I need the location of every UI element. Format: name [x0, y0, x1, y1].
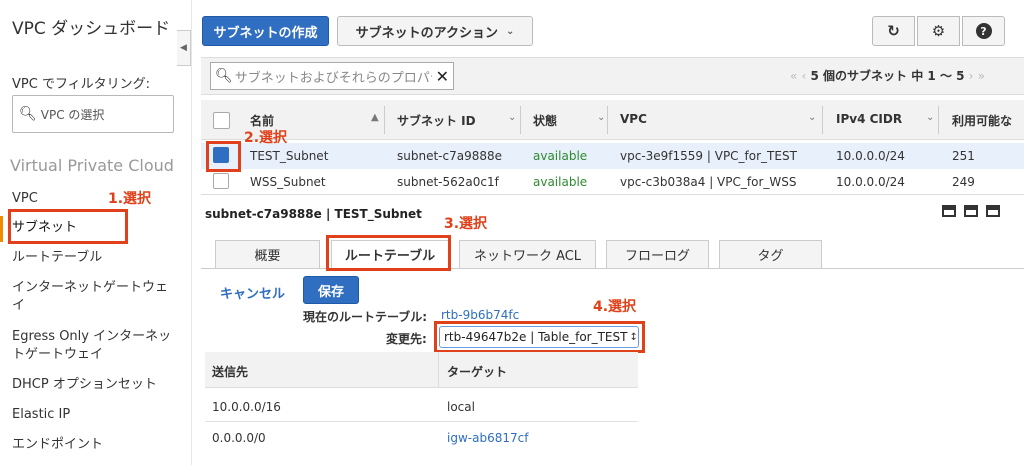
current-route-table-link[interactable]: rtb-9b6b74fc [441, 308, 519, 322]
sidebar-title[interactable]: VPC ダッシュボード [12, 18, 172, 40]
split-bottom-icon[interactable] [942, 205, 956, 217]
annotation-label-4: 4.選択 [593, 299, 637, 315]
vpc-filter-select[interactable]: 🔍︎ VPC の選択 [12, 95, 174, 133]
sort-icon[interactable]: ⌄ [508, 112, 516, 123]
cell-available-ips: 251 [952, 149, 975, 163]
sidebar-item-elastic-ip[interactable]: Elastic IP [12, 406, 177, 424]
panel-layout-icons [942, 205, 1000, 220]
column-divider [607, 106, 608, 134]
chevron-left-icon: ◀ [180, 43, 187, 53]
route-destination: 10.0.0.0/16 [212, 400, 281, 414]
split-top-icon[interactable] [985, 205, 1000, 217]
sidebar-item-vpc[interactable]: VPC [12, 190, 177, 208]
cell-subnet-id: subnet-562a0c1f [397, 175, 499, 189]
sidebar-item-internet-gateways[interactable]: インターネットゲートウェイ [12, 279, 172, 315]
column-divider [384, 106, 385, 134]
sidebar-item-egress-only-gateways[interactable]: Egress Only インターネットゲートウェイ [12, 328, 177, 364]
clear-search-icon[interactable]: ✕ [432, 67, 453, 86]
pagination: « ‹ 5 個のサブネット 中 1 〜 5 › » [790, 67, 985, 84]
routes-header-target: ターゲット [447, 365, 508, 379]
sidebar-item-endpoints[interactable]: エンドポイント [12, 436, 177, 454]
annotation-box-2 [206, 141, 241, 172]
annotation-label-1: 1.選択 [108, 191, 152, 207]
row-divider [205, 421, 638, 422]
cell-ipv4-cidr: 10.0.0.0/24 [836, 175, 905, 189]
sort-icon[interactable]: ⌄ [926, 112, 934, 123]
route-destination: 0.0.0.0/0 [212, 431, 266, 445]
cell-name: WSS_Subnet [250, 175, 326, 189]
sort-icon[interactable]: ⌄ [808, 112, 816, 123]
refresh-button[interactable]: ↻ [872, 16, 915, 46]
annotation-label-3: 3.選択 [444, 216, 488, 232]
sort-asc-icon[interactable]: ▲ [371, 112, 379, 123]
cell-name: TEST_Subnet [250, 149, 329, 163]
sort-icon[interactable]: ⌄ [597, 112, 605, 123]
route-target-link[interactable]: igw-ab6817cf [447, 431, 528, 445]
search-icon: 🔍︎ [19, 106, 37, 122]
sidebar-active-indicator [0, 216, 3, 242]
select-all-checkbox[interactable] [213, 112, 230, 129]
sidebar-item-dhcp-options[interactable]: DHCP オプションセット [12, 376, 177, 394]
cell-vpc: vpc-c3b038a4 | VPC_for_WSS [620, 175, 797, 189]
search-placeholder: サブネットおよびそれらのプロパティでフィルタリング [234, 70, 432, 86]
vpc-filter-label: VPC でフィルタリング: [12, 77, 151, 92]
help-icon: ? [975, 23, 992, 39]
sidebar-collapse-toggle[interactable]: ◀ [177, 30, 191, 66]
annotation-box-4 [434, 321, 645, 353]
current-route-table-label: 現在のルートテーブル: [303, 310, 428, 324]
last-page-icon[interactable]: » [978, 69, 985, 83]
subnet-search-input[interactable]: 🔍︎ サブネットおよびそれらのプロパティでフィルタリング ✕ [210, 62, 454, 90]
row-checkbox[interactable] [213, 173, 229, 189]
chevron-down-icon: ⌄ [505, 25, 515, 37]
column-divider [520, 106, 521, 134]
column-divider [822, 106, 823, 134]
routes-header-destination: 送信先 [212, 365, 249, 379]
tab-overview[interactable]: 概要 [215, 240, 320, 269]
cell-vpc: vpc-3e9f1559 | VPC_for_TEST [620, 149, 797, 163]
routes-table-header [205, 352, 638, 388]
gear-icon: ⚙ [931, 22, 946, 40]
prev-page-icon[interactable]: ‹ [802, 69, 807, 83]
subnet-actions-button[interactable]: サブネットのアクション ⌄ [337, 16, 533, 46]
cell-subnet-id: subnet-c7a9888e [397, 149, 503, 163]
search-icon: 🔍︎ [215, 68, 233, 84]
help-button[interactable]: ? [962, 16, 1005, 46]
create-subnet-button[interactable]: サブネットの作成 [202, 16, 329, 46]
column-divider [938, 106, 939, 134]
next-page-icon[interactable]: › [969, 69, 974, 83]
annotation-box-1 [8, 209, 128, 244]
cell-state: available [533, 149, 588, 163]
column-divider [438, 352, 439, 388]
change-to-label: 変更先: [386, 332, 427, 346]
vpc-filter-placeholder: VPC の選択 [40, 107, 105, 122]
cell-available-ips: 249 [952, 175, 975, 189]
column-header-ipv4-cidr[interactable]: IPv4 CIDR [836, 112, 902, 126]
tab-network-acl[interactable]: ネットワーク ACL [459, 240, 596, 269]
sidebar-section-title: Virtual Private Cloud [10, 156, 174, 175]
tab-flow-logs[interactable]: フローログ [606, 240, 709, 269]
cell-ipv4-cidr: 10.0.0.0/24 [836, 149, 905, 163]
column-header-state[interactable]: 状態 [533, 112, 557, 129]
column-header-subnet-id[interactable]: サブネット ID [397, 112, 476, 129]
refresh-icon: ↻ [887, 22, 900, 40]
pagination-text: 5 個のサブネット 中 1 〜 5 [810, 69, 965, 83]
tab-tags[interactable]: タグ [719, 240, 822, 269]
first-page-icon[interactable]: « [790, 69, 797, 83]
save-button[interactable]: 保存 [303, 276, 359, 304]
sidebar-item-route-tables[interactable]: ルートテーブル [12, 249, 177, 267]
route-target: local [447, 400, 475, 414]
settings-button[interactable]: ⚙ [917, 16, 960, 46]
detail-title: subnet-c7a9888e | TEST_Subnet [205, 207, 422, 221]
sidebar-divider [191, 0, 192, 465]
annotation-box-3 [326, 235, 451, 271]
cell-state: available [533, 175, 588, 189]
annotation-label-2: 2.選択 [244, 130, 288, 146]
cancel-link[interactable]: キャンセル [220, 283, 285, 302]
subnet-actions-label: サブネットのアクション [355, 25, 498, 41]
split-half-icon[interactable] [963, 205, 978, 217]
column-header-vpc[interactable]: VPC [620, 112, 647, 126]
column-header-available-ips[interactable]: 利用可能な [952, 112, 1012, 129]
